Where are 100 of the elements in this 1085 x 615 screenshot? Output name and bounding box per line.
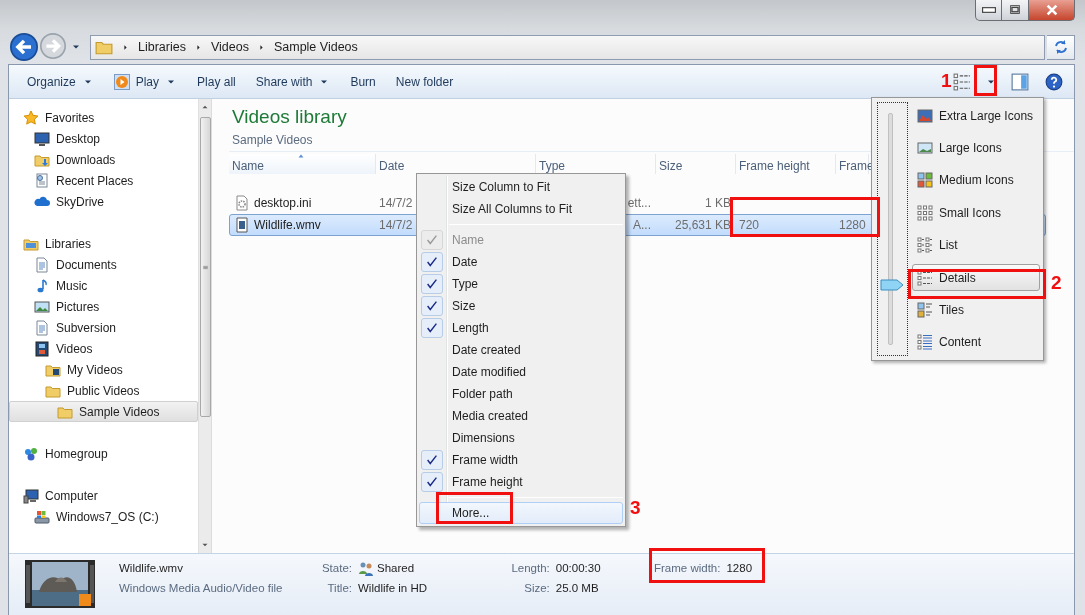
annotation-box — [974, 65, 997, 96]
film-icon — [34, 340, 50, 357]
pane-icon — [1011, 72, 1029, 91]
sidebar-item[interactable]: Favorites — [9, 107, 198, 128]
menu-item[interactable]: Extra Large Icons — [912, 102, 1040, 129]
sidebar-item[interactable]: Desktop — [9, 128, 198, 149]
table-cell-text: 25,631 KB — [674, 217, 731, 234]
sidebar-item[interactable]: Recent Places — [9, 170, 198, 191]
menu-item[interactable]: Medium Icons — [912, 166, 1040, 194]
play-icon — [113, 73, 130, 90]
sidebar-item[interactable]: Videos — [9, 338, 198, 359]
file-name: Wildlife.wmv — [119, 561, 183, 576]
toolbar-button[interactable]: Play all — [187, 68, 246, 95]
toolbar-button[interactable]: Organize — [17, 68, 104, 95]
view-icon — [953, 72, 971, 91]
sidebar-item[interactable]: Music — [9, 275, 198, 296]
sidebar-item[interactable]: My Videos — [9, 359, 198, 380]
toolbar-button[interactable]: New folder — [385, 68, 464, 95]
toolbar-button[interactable]: Share with — [245, 68, 341, 95]
menu-item[interactable]: Size — [419, 295, 623, 317]
file-type: Windows Media Audio/Video file — [119, 581, 283, 597]
column-header[interactable]: Frame height — [736, 154, 836, 174]
sidebar-item[interactable]: Pictures — [9, 296, 198, 317]
menu-item[interactable]: Tiles — [912, 296, 1040, 324]
checkmark-icon — [425, 277, 439, 291]
document-icon — [34, 172, 50, 189]
table-cell-text: 1280 — [839, 217, 866, 234]
breadcrumb[interactable]: Sample Videos — [273, 37, 358, 57]
tiles-icon — [917, 302, 933, 319]
menu-item[interactable]: Frame height — [419, 471, 623, 493]
toolbar-button[interactable]: Play — [103, 68, 188, 95]
slider-track[interactable] — [880, 113, 905, 345]
star-icon — [23, 109, 39, 126]
checkmark-icon — [425, 321, 439, 335]
scrollbar-thumb[interactable] — [199, 117, 211, 417]
menu-item[interactable]: Media created — [419, 405, 623, 427]
menu-item[interactable]: More... — [419, 502, 623, 524]
toolbar-button[interactable]: Burn — [340, 68, 386, 95]
property-value: 25.0 MB — [555, 581, 599, 597]
details-icon — [917, 269, 933, 286]
refresh-button[interactable] — [1047, 34, 1075, 60]
sidebar-item[interactable]: Downloads — [9, 149, 198, 170]
close-button[interactable] — [1029, 0, 1075, 21]
property-label: State: — [321, 561, 352, 576]
address-bar[interactable]: Libraries Videos Sample Videos — [90, 34, 1045, 60]
back-button[interactable] — [10, 33, 38, 61]
sidebar-item[interactable]: Sample Videos — [9, 401, 198, 422]
library-subtitle: Sample Videos — [232, 132, 313, 149]
menu-item[interactable]: Frame width — [419, 449, 623, 471]
annotation-number: 1 — [941, 71, 952, 91]
sidebar-item[interactable]: Documents — [9, 254, 198, 275]
minimize-button[interactable] — [975, 0, 1002, 21]
sidebar-item[interactable]: Public Videos — [9, 380, 198, 401]
sidebar-item[interactable]: Homegroup — [9, 443, 198, 464]
settings-file-icon — [234, 195, 250, 211]
property-value: 00:00:30 — [555, 561, 601, 576]
column-header[interactable]: Size — [656, 154, 736, 174]
checkmark-icon — [425, 233, 439, 247]
property-label: Length: — [511, 561, 550, 576]
menu-item[interactable]: Type — [419, 273, 623, 295]
maximize-button[interactable] — [1002, 0, 1029, 21]
sidebar-item[interactable]: SkyDrive — [9, 191, 198, 212]
breadcrumb[interactable]: Videos — [210, 37, 249, 57]
property-value: Shared — [377, 561, 415, 576]
slider-thumb[interactable] — [880, 278, 904, 291]
sidebar-item[interactable]: Libraries — [9, 233, 198, 254]
table-cell-text: 1 KB — [705, 195, 731, 212]
menu-item[interactable]: Size Column to Fit — [419, 176, 623, 198]
menu-item[interactable]: Dimensions — [419, 427, 623, 449]
picture-icon — [917, 139, 933, 156]
checkmark-icon — [425, 299, 439, 313]
menu-item[interactable]: Date — [419, 251, 623, 273]
network-icon — [23, 445, 39, 462]
help-icon — [1045, 72, 1063, 91]
sidebar-item[interactable]: Computer — [9, 485, 198, 506]
annotation-number: 2 — [1051, 273, 1062, 293]
column-header[interactable]: Name — [229, 154, 376, 174]
menu-item[interactable]: Date created — [419, 339, 623, 361]
menu-item[interactable]: Large Icons — [912, 134, 1040, 162]
picture-icon — [34, 298, 50, 315]
maximize-icon — [1008, 3, 1022, 17]
menu-item[interactable]: Content — [912, 328, 1040, 356]
property-value: 1280 — [726, 561, 753, 576]
picture-icon — [917, 107, 933, 124]
breadcrumb[interactable]: Libraries — [138, 37, 186, 57]
content-icon — [917, 334, 933, 351]
people-icon — [358, 560, 374, 577]
menu-item[interactable]: Details — [912, 264, 1040, 292]
table-cell-text: 14/7/2 — [379, 217, 413, 234]
chevron-icon — [121, 42, 130, 52]
menu-item[interactable]: Date modified — [419, 361, 623, 383]
menu-item[interactable]: Folder path — [419, 383, 623, 405]
document-icon — [34, 256, 50, 273]
scrollbar[interactable] — [198, 99, 212, 553]
table-cell-text: A... — [633, 217, 651, 234]
menu-item[interactable]: Length — [419, 317, 623, 339]
table-cell-text: desktop.ini — [254, 195, 312, 212]
close-icon — [1044, 3, 1059, 17]
sidebar-item[interactable]: Windows7_OS (C:) — [9, 506, 198, 527]
sidebar-item[interactable]: Subversion — [9, 317, 198, 338]
